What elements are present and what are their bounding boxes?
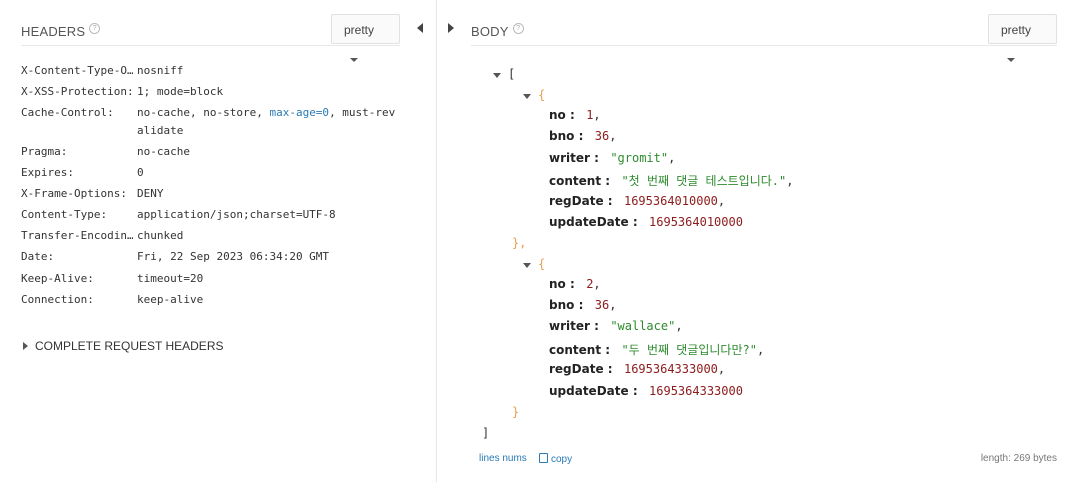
json-key: bno [549,129,575,143]
complete-request-headers-toggle[interactable]: COMPLETE REQUEST HEADERS [23,339,223,353]
json-string: "두 번째 댓글입니다만?" [621,343,757,357]
headers-format-dropdown[interactable]: pretty [331,14,400,62]
collapse-toggle-icon[interactable] [523,263,531,268]
body-panel: BODY? pretty [ { no : 1, bno : 36, write… [437,0,1073,482]
json-property: bno : 36, [549,129,617,143]
json-key: content [549,174,602,188]
header-value-keyword: max-age=0 [269,106,330,119]
copy-button[interactable]: copy [539,453,572,465]
json-object-close: } [512,405,520,419]
json-number: 36 [594,298,610,312]
line-numbers-toggle[interactable]: lines nums [479,453,527,464]
header-name: X-Frame-Options: [21,187,127,200]
json-property: writer : "wallace", [549,319,683,333]
body-format-dropdown[interactable]: pretty [988,14,1057,62]
header-name: Expires: [21,166,74,179]
chevron-down-icon [350,58,358,62]
header-value: no-cache [137,145,190,158]
json-property: regDate : 1695364010000, [549,194,726,208]
json-object-open: { [538,257,546,271]
json-number: 1695364010000 [623,194,718,208]
headers-title: HEADERS? [21,23,101,39]
header-value: 0 [137,166,144,179]
header-name: Cache-Control: [21,106,114,119]
help-icon[interactable]: ? [512,23,524,34]
json-key: regDate [549,194,604,208]
header-name: X-XSS-Protection: [21,85,133,98]
complete-request-headers-label: COMPLETE REQUEST HEADERS [35,339,224,353]
header-name: Transfer-Encodin… [21,229,133,242]
header-value-part: , must-rev [329,106,396,119]
json-number: 2 [586,277,594,291]
body-title: BODY? [471,23,524,39]
json-key: writer [549,151,590,165]
json-property: content : "첫 번째 댓글 테스트입니다.", [549,174,794,188]
json-string: "wallace" [610,319,676,333]
json-object-close: }, [512,236,527,250]
body-format-label: pretty [1001,23,1032,37]
caret-right-icon [23,342,28,350]
json-property: no : 1, [549,108,601,122]
chevron-down-icon [1007,58,1015,62]
headers-divider [21,45,400,46]
json-key: no [549,108,566,122]
json-string: "첫 번째 댓글 테스트입니다." [621,174,787,188]
help-icon[interactable]: ? [89,23,101,34]
body-title-text: BODY [471,24,509,39]
json-number: 1695364333000 [649,384,743,398]
headers-title-text: HEADERS [21,24,86,39]
json-array-open: [ [508,67,516,81]
json-property: updateDate : 1695364010000 [549,215,743,229]
json-key: content [549,343,602,357]
collapse-left-icon[interactable] [417,23,423,33]
json-number: 36 [594,129,610,143]
json-number: 1695364010000 [649,215,743,229]
response-length: length: 269 bytes [980,453,1057,464]
headers-format-label: pretty [344,23,375,37]
header-value: no-cache, no-store, max-age=0, must-rev [137,106,395,119]
header-value: DENY [137,187,164,200]
header-value: application/json;charset=UTF-8 [137,208,336,221]
json-property: content : "두 번째 댓글입니다만?", [549,343,765,357]
header-value: timeout=20 [137,272,204,285]
json-key: updateDate [549,384,629,398]
header-value: 1; mode=block [137,85,224,98]
header-name: Keep-Alive: [21,272,94,285]
collapse-toggle-icon[interactable] [523,94,531,99]
json-property: writer : "gromit", [549,151,676,165]
json-property: updateDate : 1695364333000 [549,384,743,398]
header-value: keep-alive [137,293,204,306]
json-number: 1695364333000 [623,362,718,376]
header-name: Content-Type: [21,208,108,221]
json-property: no : 2, [549,277,601,291]
json-key: regDate [549,362,604,376]
json-string: "gromit" [610,151,669,165]
header-name: Date: [21,250,55,263]
json-key: updateDate [549,215,629,229]
json-property: regDate : 1695364333000, [549,362,726,376]
header-value: alidate [137,124,184,137]
collapse-toggle-icon[interactable] [493,73,501,78]
body-divider [471,45,1057,46]
header-value: chunked [137,229,184,242]
json-array-close: ] [482,426,490,440]
json-key: bno [549,298,575,312]
header-name: Connection: [21,293,94,306]
json-object-open: { [538,88,546,102]
header-name: X-Content-Type-O… [21,64,133,77]
header-value: nosniff [137,64,184,77]
copy-label: copy [551,454,573,465]
header-value: Fri, 22 Sep 2023 06:34:20 GMT [137,250,330,263]
header-value-part: no-cache, no-store, [137,106,270,119]
headers-panel: HEADERS? pretty X-Content-Type-O… nosnif… [0,0,437,482]
header-name: Pragma: [21,145,68,158]
json-number: 1 [586,108,594,122]
json-property: bno : 36, [549,298,617,312]
json-key: writer [549,319,590,333]
json-key: no [549,277,566,291]
copy-icon [539,453,548,463]
